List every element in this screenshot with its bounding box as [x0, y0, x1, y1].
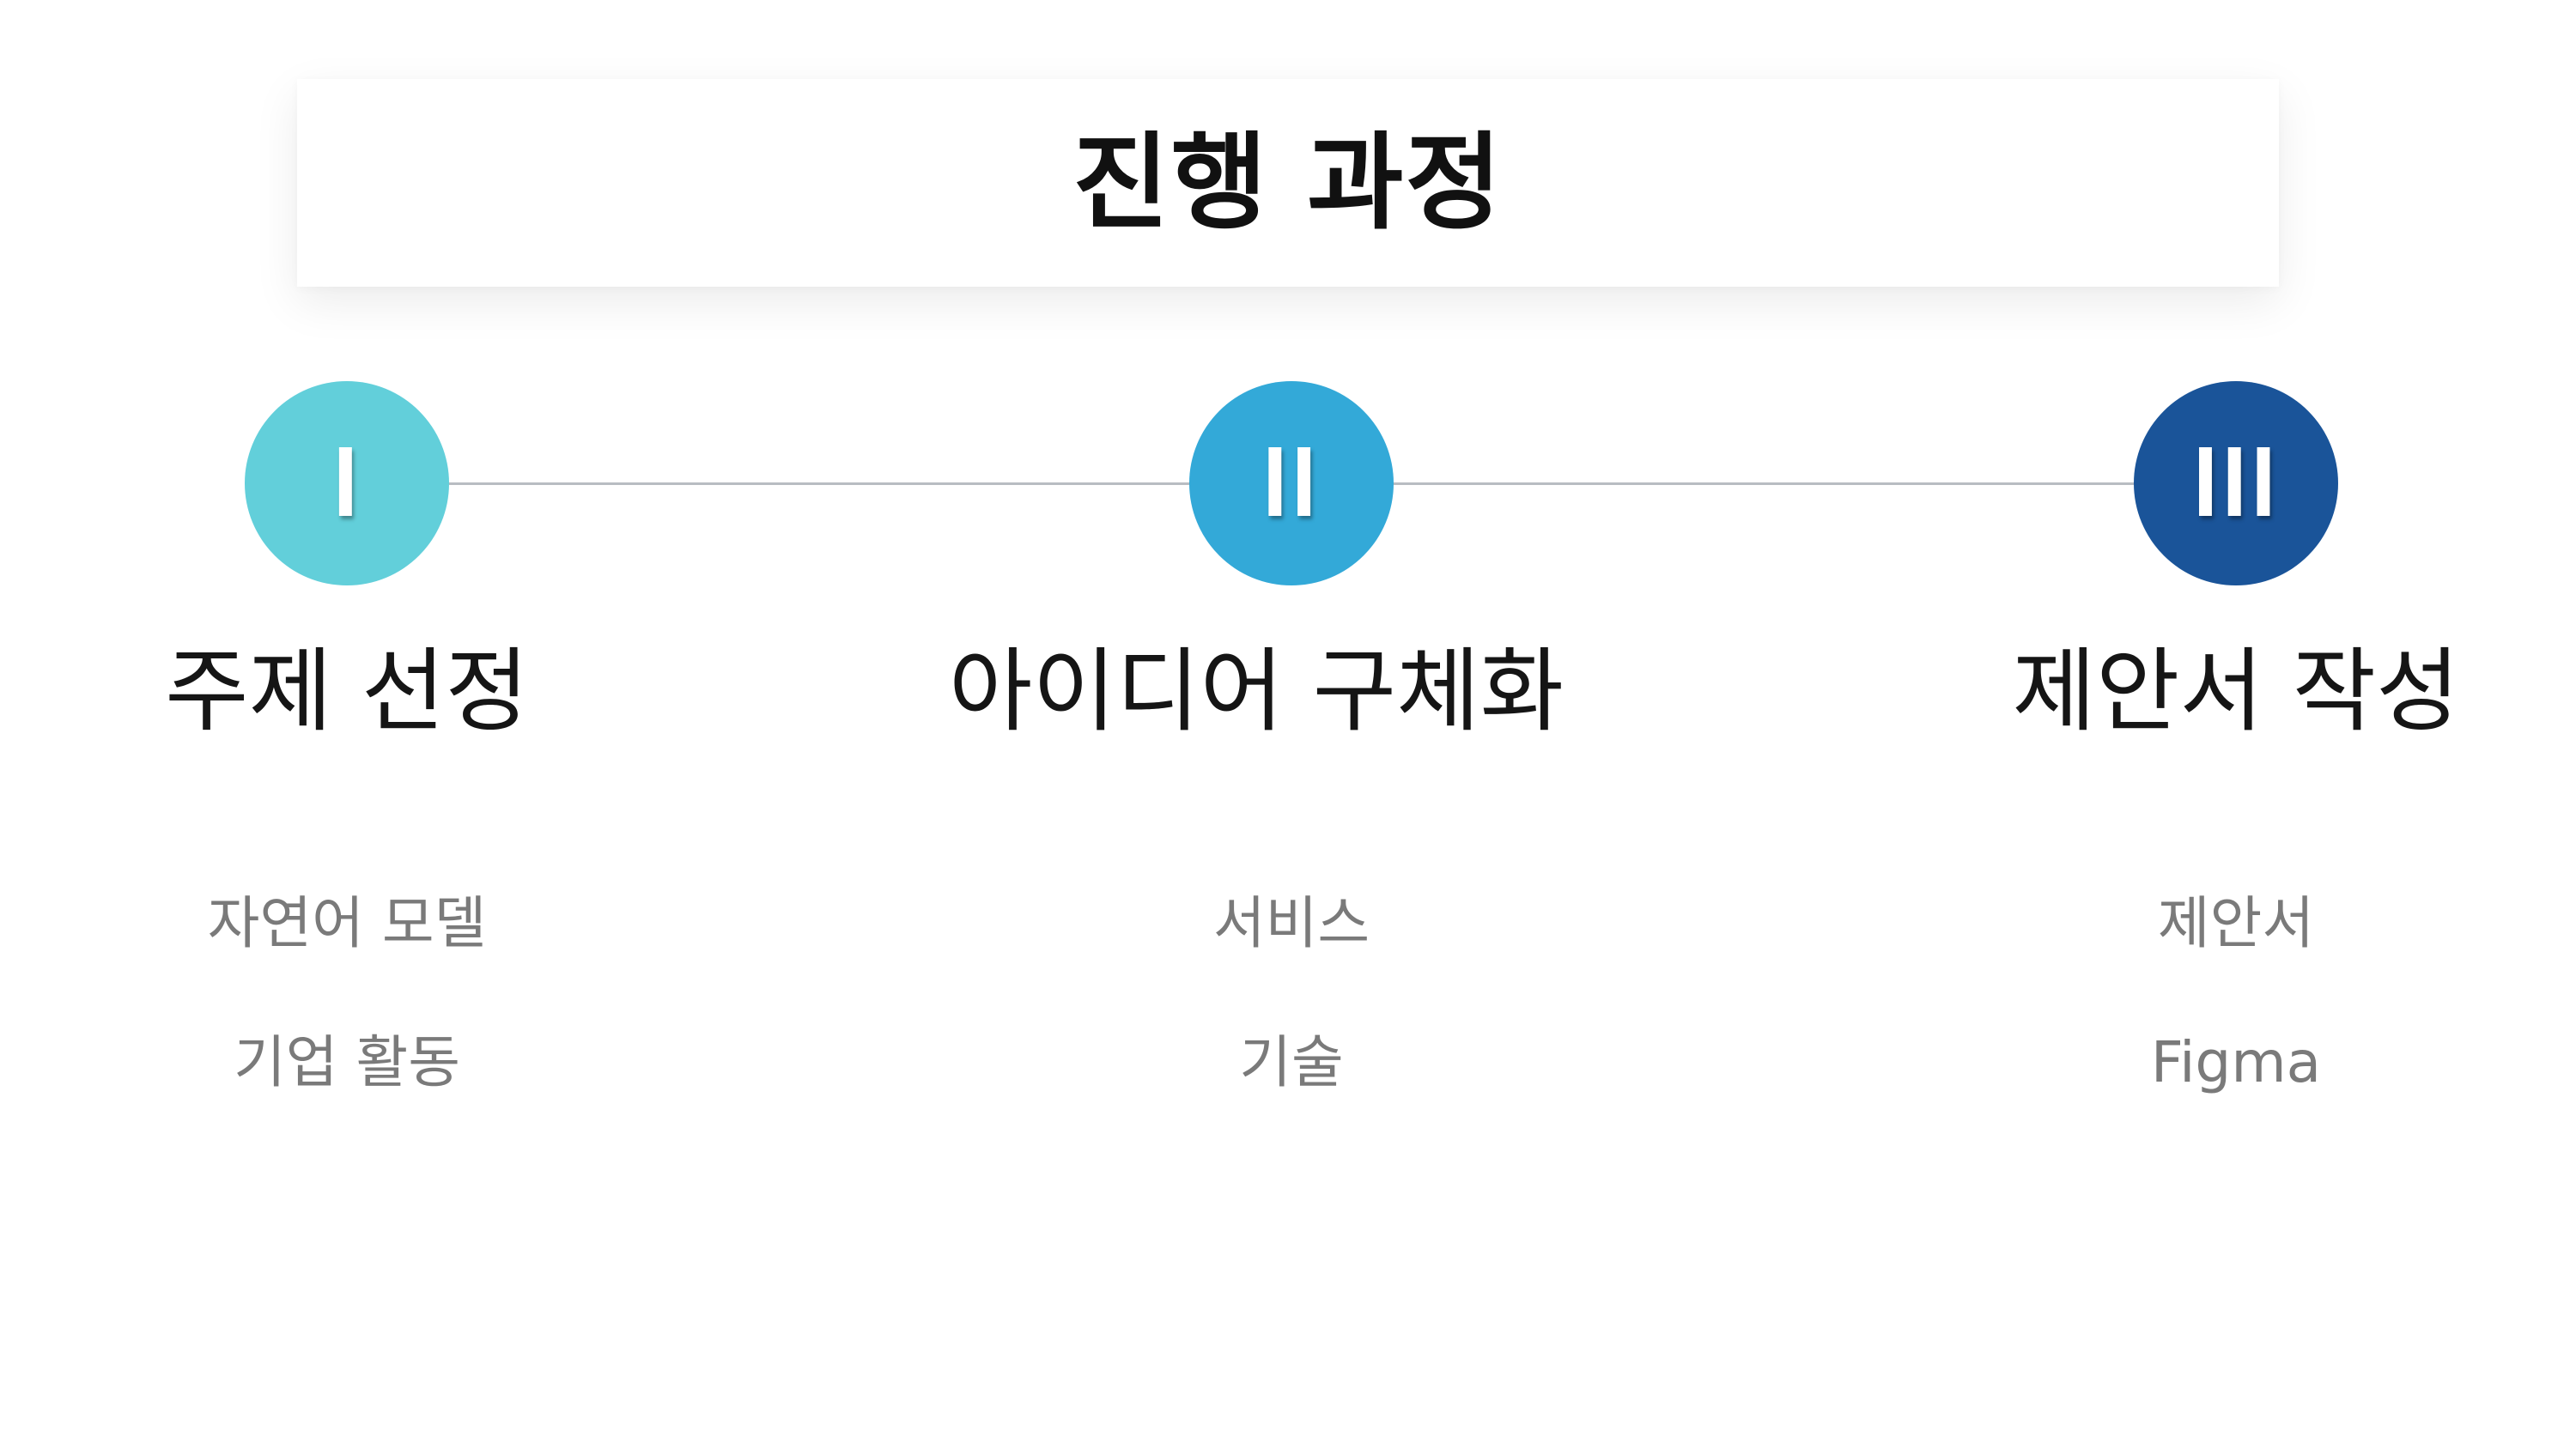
step-1-item-1: 자연어 모델	[207, 890, 487, 956]
step-3-item-2: Figma	[2150, 1029, 2322, 1095]
connector-line-2	[1394, 482, 2134, 485]
connector-line-1	[449, 482, 1189, 485]
step-2-numeral: II	[1262, 428, 1321, 538]
step-2-title: 아이디어 구체화	[948, 639, 1564, 744]
step-3-title: 제안서 작성	[2012, 639, 2460, 744]
step-3-numeral: III	[2192, 428, 2280, 538]
step-1-title: 주제 선정	[165, 639, 529, 744]
title-card: 진행 과정	[297, 79, 2279, 287]
step-2-item-2: 기술	[1239, 1029, 1344, 1095]
step-3-circle: III	[2134, 381, 2338, 585]
step-1-numeral: I	[332, 428, 361, 538]
step-1-item-2: 기업 활동	[234, 1029, 460, 1095]
step-2-circle: II	[1189, 381, 1394, 585]
step-3-item-1: 제안서	[2157, 890, 2315, 956]
step-1-circle: I	[245, 381, 449, 585]
page-title: 진행 과정	[1072, 122, 1504, 244]
step-2-item-1: 서비스	[1212, 890, 1370, 956]
